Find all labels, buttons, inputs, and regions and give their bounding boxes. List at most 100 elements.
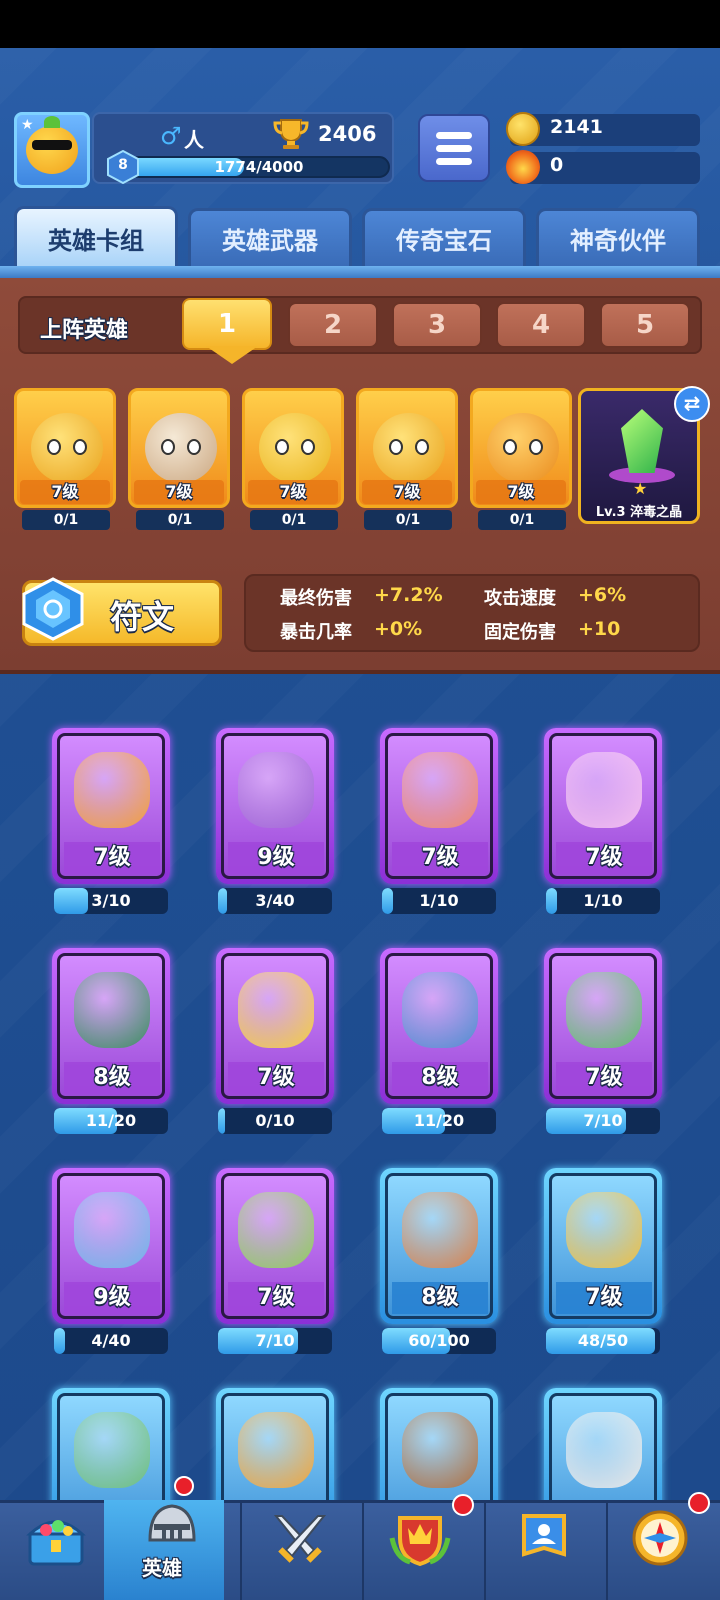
crystal-label: Lv.3 淬毒之晶 (595, 505, 683, 520)
collection-hero-card[interactable]: 7级 1/10 (544, 728, 662, 924)
guild-banner-icon[interactable] (512, 1508, 576, 1568)
crossed-swords-icon[interactable] (268, 1510, 332, 1570)
deck-label: 上阵英雄 (40, 318, 129, 343)
nav-divider (484, 1500, 486, 1600)
hero-character (74, 972, 150, 1048)
card-frame: 9级 (216, 728, 334, 884)
hero-level: 7级 (20, 480, 110, 504)
collection-hero-card[interactable]: 7级 0/10 (216, 948, 334, 1144)
nav-divider (606, 1500, 608, 1600)
stat-name: 攻击速度 (484, 588, 556, 609)
card-frame: 8级 (380, 1168, 498, 1324)
hero-character (566, 752, 642, 828)
deck-hero-card[interactable]: 7级 0/1 (14, 388, 116, 530)
hero-character (402, 752, 478, 828)
card-progress-bar: 7/10 (546, 1108, 660, 1134)
rune-gem-icon (22, 577, 84, 641)
collection-hero-card[interactable]: 8级 11/20 (380, 948, 498, 1144)
card-art: 7级 (549, 1173, 657, 1319)
card-progress-text: 7/10 (583, 1111, 623, 1130)
card-frame: 9级 (52, 1168, 170, 1324)
stat-value: +6% (578, 584, 627, 606)
stat-value: +7.2% (374, 584, 443, 606)
hero-character (238, 752, 314, 828)
deck-slot-3[interactable]: 3 (392, 302, 482, 348)
tab-legend-gems[interactable]: 传奇宝石 (362, 208, 526, 266)
card-progress-text: 1/10 (583, 891, 623, 910)
menu-button[interactable] (418, 114, 490, 182)
hero-eye (161, 439, 175, 455)
male-icon: ♂ (160, 122, 182, 150)
deck-hero-card[interactable]: 7级 0/1 (470, 388, 572, 530)
player-avatar[interactable]: ★ (14, 112, 90, 188)
hero-character (402, 1412, 478, 1488)
card-art: 9级 (221, 733, 329, 879)
collection-hero-card[interactable]: 7级 48/50 (544, 1168, 662, 1364)
stat-name: 固定伤害 (484, 622, 556, 643)
hero-character (259, 413, 331, 483)
hero-eye (275, 439, 289, 455)
deck-slot-4[interactable]: 4 (496, 302, 586, 348)
hero-character (487, 413, 559, 483)
collection-hero-card[interactable]: 9级 3/40 (216, 728, 334, 924)
card-level: 7级 (64, 842, 160, 874)
collection-hero-card[interactable]: 7级 1/10 (380, 728, 498, 924)
card-progress-bar: 60/100 (382, 1328, 496, 1354)
card-progress-text: 3/40 (255, 891, 295, 910)
deck-slot-2[interactable]: 2 (288, 302, 378, 348)
hero-progress: 0/1 (478, 510, 566, 530)
card-frame: 7级 (52, 728, 170, 884)
swap-icon[interactable]: ⇄ (674, 386, 710, 422)
collection-hero-card[interactable]: 9级 4/40 (52, 1168, 170, 1364)
hero-eye (301, 439, 315, 455)
collection-hero-card[interactable]: 8级 11/20 (52, 948, 170, 1144)
card-progress-bar: 1/10 (382, 888, 496, 914)
hero-eye (389, 439, 403, 455)
avatar-character (26, 116, 78, 174)
card-frame: 8级 (380, 948, 498, 1104)
card-progress-text: 60/100 (408, 1331, 470, 1350)
deck-hero-card[interactable]: 7级 0/1 (128, 388, 230, 530)
card-progress-text: 4/40 (91, 1331, 131, 1350)
nav-label-heroes: 英雄 (142, 1556, 182, 1580)
coin-icon (506, 112, 540, 146)
crown-shield-icon[interactable] (388, 1508, 452, 1568)
deck-slot-1[interactable]: 1 (182, 298, 272, 350)
card-level: 7级 (556, 842, 652, 874)
collection-hero-card[interactable]: 7级 7/10 (544, 948, 662, 1144)
xp-text: 1774/4000 (214, 158, 304, 176)
tab-hero-deck[interactable]: 英雄卡组 (14, 206, 178, 268)
card-level: 8级 (392, 1282, 488, 1314)
hero-character (402, 972, 478, 1048)
deck-slot-5[interactable]: 5 (600, 302, 690, 348)
tab-magic-partners[interactable]: 神奇伙伴 (536, 208, 700, 266)
fire-gem-icon (506, 150, 540, 184)
deck-hero-card[interactable]: 7级 0/1 (242, 388, 344, 530)
tab-hero-weapons[interactable]: 英雄武器 (188, 208, 352, 266)
card-progress-text: 3/10 (91, 891, 131, 910)
card-frame: 7级 (544, 728, 662, 884)
knight-helmet-icon[interactable] (140, 1500, 204, 1560)
collection-hero-card[interactable]: 7级 7/10 (216, 1168, 334, 1364)
hero-character (566, 1192, 642, 1268)
card-progress-text: 11/20 (85, 1111, 137, 1130)
card-level: 8级 (392, 1062, 488, 1094)
tab-underline (0, 266, 720, 278)
card-frame: 7级 (544, 1168, 662, 1324)
hero-progress: 0/1 (22, 510, 110, 530)
hamburger-line (436, 144, 472, 152)
card-progress-bar: 7/10 (218, 1328, 332, 1354)
card-level: 7级 (556, 1282, 652, 1314)
collection-hero-card[interactable]: 8级 60/100 (380, 1168, 498, 1364)
hero-character (74, 752, 150, 828)
hero-progress: 0/1 (250, 510, 338, 530)
card-level: 9级 (64, 1282, 160, 1314)
hero-eye (415, 439, 429, 455)
card-level: 7级 (392, 842, 488, 874)
treasure-chest-icon[interactable] (24, 1510, 88, 1570)
collection-hero-card[interactable]: 7级 3/10 (52, 728, 170, 924)
deck-hero-card[interactable]: 7级 0/1 (356, 388, 458, 530)
hero-character (566, 1412, 642, 1488)
compass-icon[interactable] (628, 1508, 692, 1568)
stat-name: 最终伤害 (280, 588, 352, 609)
